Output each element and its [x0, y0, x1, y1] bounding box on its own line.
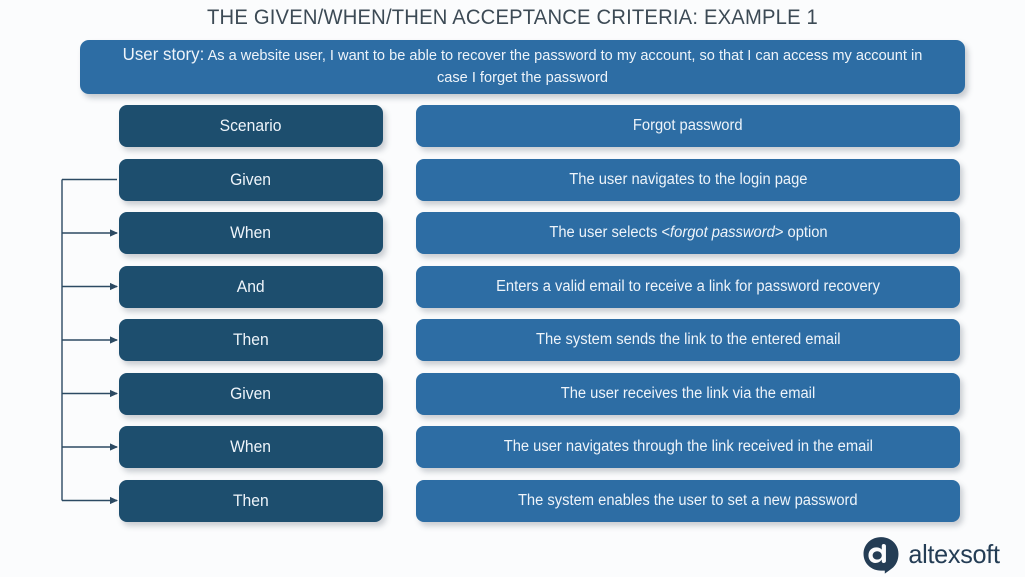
criteria-row: And Enters a valid email to receive a lin…	[0, 265, 1025, 308]
keyword-label: Given	[230, 170, 272, 189]
statement-text-post: > option	[774, 224, 828, 241]
keyword-label: When	[230, 224, 272, 242]
criteria-row: Then The system enables the user to set a…	[0, 479, 1025, 522]
keyword-box[interactable]: And	[119, 265, 383, 308]
keyword-label: Then	[233, 491, 269, 510]
statement-box[interactable]: Enters a valid email to receive a link f…	[416, 265, 960, 308]
statement-label: The user receives the link via the email	[560, 384, 816, 402]
statement-label: Enters a valid email to receive a link f…	[496, 277, 880, 295]
statement-text-pre: The user selects <	[548, 224, 670, 241]
statement-box[interactable]: The user navigates through the link rece…	[416, 426, 960, 468]
statement-box[interactable]: The system enables the user to set a new…	[416, 479, 960, 522]
user-story-body: As a website user, I want to be able to …	[204, 47, 923, 86]
statement-label: The user navigates to the login page	[568, 170, 808, 188]
statement-label: Forgot password	[633, 117, 743, 134]
keyword-box[interactable]: Given	[119, 372, 383, 415]
keyword-box[interactable]: When	[119, 426, 383, 468]
altexsoft-logo: altexsoft	[862, 532, 1022, 577]
user-story-banner: User story: As a website user, I want to…	[80, 40, 965, 94]
statement-box[interactable]: The user navigates to the login page	[416, 158, 960, 201]
statement-label: The user navigates through the link rece…	[503, 438, 873, 455]
user-story-lead: User story:	[122, 44, 205, 64]
keyword-box[interactable]: Then	[119, 319, 383, 361]
criteria-row: When The user selects <forgot password> o…	[0, 212, 1025, 254]
altexsoft-wordmark: altexsoft	[908, 539, 1000, 569]
keyword-label: And	[237, 277, 265, 296]
statement-box[interactable]: Forgot password	[416, 105, 960, 147]
keyword-label: When	[230, 438, 272, 456]
keyword-label: Given	[230, 384, 272, 403]
keyword-box[interactable]: When	[119, 212, 383, 254]
keyword-box[interactable]: Given	[119, 158, 383, 201]
altexsoft-speech-bubble-icon	[863, 536, 899, 574]
criteria-row: Given The user receives the link via the …	[0, 372, 1025, 415]
page-title: THE GIVEN/WHEN/THEN ACCEPTANCE CRITERIA:…	[207, 5, 818, 29]
keyword-label: Then	[233, 331, 269, 349]
slide-canvas: THE GIVEN/WHEN/THEN ACCEPTANCE CRITERIA:…	[0, 0, 1025, 577]
keyword-label: Scenario	[220, 117, 282, 135]
criteria-row: When The user navigates through the link …	[0, 426, 1025, 468]
statement-text-emphasis: forgot password	[669, 224, 775, 241]
statement-label: The system sends the link to the entered…	[535, 331, 841, 348]
criteria-row: Then The system sends the link to the ent…	[0, 319, 1025, 361]
statement-label: The system enables the user to set a new…	[518, 491, 858, 509]
keyword-box[interactable]: Scenario	[119, 105, 383, 147]
statement-box[interactable]: The user selects <forgot password> optio…	[416, 212, 960, 254]
statement-box[interactable]: The user receives the link via the email	[416, 372, 960, 415]
statement-label: The user selects <forgot password> optio…	[549, 224, 827, 242]
criteria-row: Scenario Forgot password	[0, 105, 1025, 147]
statement-box[interactable]: The system sends the link to the entered…	[416, 319, 960, 361]
user-story-text: User story: As a website user, I want to…	[123, 44, 923, 88]
criteria-row: Given The user navigates to the login pag…	[0, 158, 1025, 201]
keyword-box[interactable]: Then	[119, 479, 383, 522]
